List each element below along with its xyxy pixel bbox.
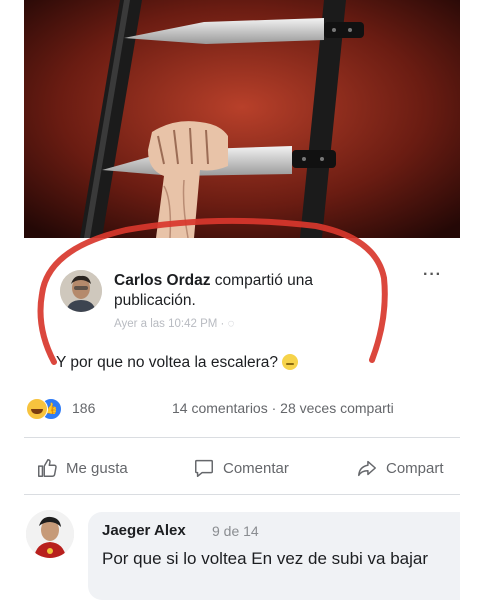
like-label: Me gusta — [66, 459, 128, 477]
comment-text: Por que si lo voltea En vez de subi va b… — [102, 549, 429, 568]
comments-shares-count[interactable]: 14 comentarios · 28 veces comparti — [172, 400, 458, 416]
divider — [24, 494, 460, 495]
like-button[interactable]: Me gusta — [36, 456, 128, 480]
shared-post-timestamp[interactable]: Ayer a las 10:42 PM · ◌ — [114, 318, 234, 330]
share-arrow-icon — [358, 460, 376, 477]
neutral-face-emoji-icon — [282, 354, 299, 370]
comment-author[interactable]: Jaeger Alex — [102, 522, 186, 539]
share-header-text: Carlos Ordaz compartió una publicación. — [114, 271, 364, 311]
reactions-count: 186 — [72, 400, 96, 416]
divider — [24, 437, 460, 438]
timestamp-text: Ayer a las 10:42 PM · — [114, 318, 228, 330]
shared-post-author[interactable]: Carlos Ordaz — [114, 272, 210, 289]
comment-date: 9 de 14 — [212, 523, 259, 539]
comment-button[interactable]: Comentar — [193, 456, 289, 480]
post-image-ladder-knives[interactable] — [24, 0, 460, 238]
haha-reaction-icon — [26, 398, 48, 420]
shared-post-text: Y por que no voltea la escalera? — [56, 354, 299, 372]
thumbs-up-icon — [38, 459, 57, 477]
more-dots-icon[interactable]: ··· — [423, 266, 442, 284]
shared-post-body: Y por que no voltea la escalera? — [56, 354, 279, 371]
jaeger-alex-avatar[interactable] — [26, 510, 74, 558]
share-label: Compart — [386, 459, 444, 477]
comment-label: Comentar — [223, 459, 289, 477]
carlos-ordaz-avatar[interactable] — [60, 270, 102, 312]
comment-bubble-icon — [195, 459, 213, 477]
public-globe-icon: ◌ — [227, 318, 235, 330]
share-button[interactable]: Compart — [356, 456, 460, 480]
